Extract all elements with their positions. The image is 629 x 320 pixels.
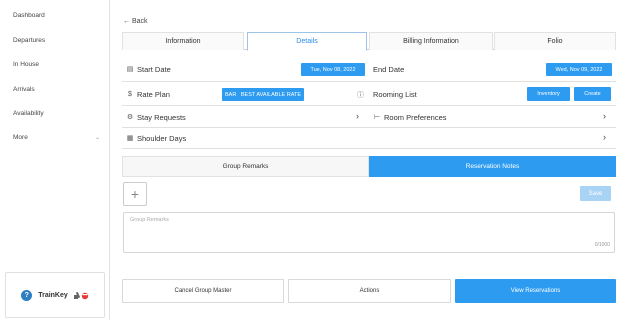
character-counter: 0/1000	[594, 242, 610, 248]
cancel-group-master-button[interactable]: Cancel Group Master	[122, 279, 284, 303]
group-remarks-placeholder: Group Remarks	[130, 217, 169, 223]
sidebar-item-in-house[interactable]: In House	[13, 61, 39, 68]
view-reservations-button[interactable]: View Reservations	[455, 279, 616, 303]
divider	[122, 81, 616, 82]
help-icon[interactable]: ?	[21, 289, 33, 301]
shoulder-days-label: Shoulder Days	[137, 133, 187, 143]
start-date-row: ▤ Start Date	[126, 59, 171, 79]
tab-information[interactable]: Information	[122, 32, 244, 50]
room-preferences-row[interactable]: ⊢ Room Preferences	[373, 107, 447, 127]
sidebar: Dashboard Departures In House Arrivals A…	[0, 0, 110, 320]
info-icon[interactable]: ⓘ	[357, 90, 364, 100]
rate-plan-label: Rate Plan	[137, 89, 170, 99]
chevron-down-icon: ⌄	[94, 135, 100, 141]
gear-icon: ⚙	[126, 114, 134, 121]
sidebar-item-arrivals[interactable]: Arrivals	[13, 86, 35, 93]
sidebar-item-availability[interactable]: Availability	[13, 110, 44, 117]
chevron-right-icon[interactable]: ›	[603, 111, 606, 121]
bed-icon: ⊢	[373, 114, 381, 121]
plus-icon: +	[130, 186, 140, 202]
calendar-icon: ▤	[126, 66, 134, 73]
tab-details[interactable]: Details	[247, 32, 367, 51]
end-date-label: End Date	[373, 64, 405, 74]
start-date-label: Start Date	[137, 64, 171, 74]
end-date-row: End Date	[373, 59, 404, 79]
tab-group-remarks[interactable]: Group Remarks	[122, 156, 369, 177]
start-date-button[interactable]: Tue, Nov 08, 2022	[301, 63, 365, 76]
rooming-list-row: Rooming List	[373, 84, 417, 104]
room-preferences-label: Room Preferences	[384, 112, 447, 122]
tab-folio[interactable]: Folio	[494, 32, 616, 50]
calendar-grid-icon: ▦	[126, 135, 134, 142]
brand-name: TrainKey	[38, 291, 68, 299]
tab-reservation-notes[interactable]: Reservation Notes	[369, 156, 616, 177]
create-button[interactable]: Create	[574, 87, 611, 101]
inventory-button[interactable]: Inventory	[527, 87, 570, 101]
stay-requests-label: Stay Requests	[137, 112, 186, 122]
rate-plan-row: $ Rate Plan	[126, 84, 170, 104]
stay-requests-row[interactable]: ⚙ Stay Requests	[126, 107, 186, 127]
end-date-button[interactable]: Wed, Nov 09, 2022	[546, 63, 612, 76]
sidebar-item-more-label: More	[13, 134, 28, 141]
divider	[122, 127, 616, 128]
sidebar-item-dashboard[interactable]: Dashboard	[13, 12, 45, 19]
group-remarks-textarea[interactable]: Group Remarks 0/1000	[123, 212, 615, 253]
back-label: Back	[132, 18, 148, 25]
remarks-tab-bar: Group Remarks Reservation Notes	[122, 156, 616, 177]
rate-plan-button[interactable]: BAR BEST AVAILABLE RATE	[222, 88, 304, 101]
divider	[122, 148, 616, 149]
dollar-icon: $	[128, 90, 132, 98]
sidebar-item-more[interactable]: More ⌄	[13, 134, 100, 141]
back-link[interactable]: ← Back	[123, 18, 148, 25]
rooming-list-label: Rooming List	[373, 89, 417, 99]
actions-button[interactable]: Actions	[288, 279, 451, 303]
chevron-right-icon[interactable]: ›	[356, 111, 359, 121]
divider	[122, 105, 616, 106]
add-button[interactable]: +	[123, 182, 147, 206]
sidebar-footer: ? TrainKey	[5, 272, 105, 318]
arrow-left-icon: ←	[123, 18, 130, 25]
tab-billing-information[interactable]: Billing Information	[369, 32, 493, 50]
shoulder-days-row[interactable]: ▦ Shoulder Days	[126, 128, 187, 148]
save-button[interactable]: Save	[580, 186, 611, 201]
sidebar-item-departures[interactable]: Departures	[13, 37, 45, 44]
chevron-right-icon[interactable]: ›	[603, 132, 606, 142]
brand-logo-icon	[73, 291, 88, 299]
tab-bar: Information Details Billing Information …	[122, 32, 616, 51]
